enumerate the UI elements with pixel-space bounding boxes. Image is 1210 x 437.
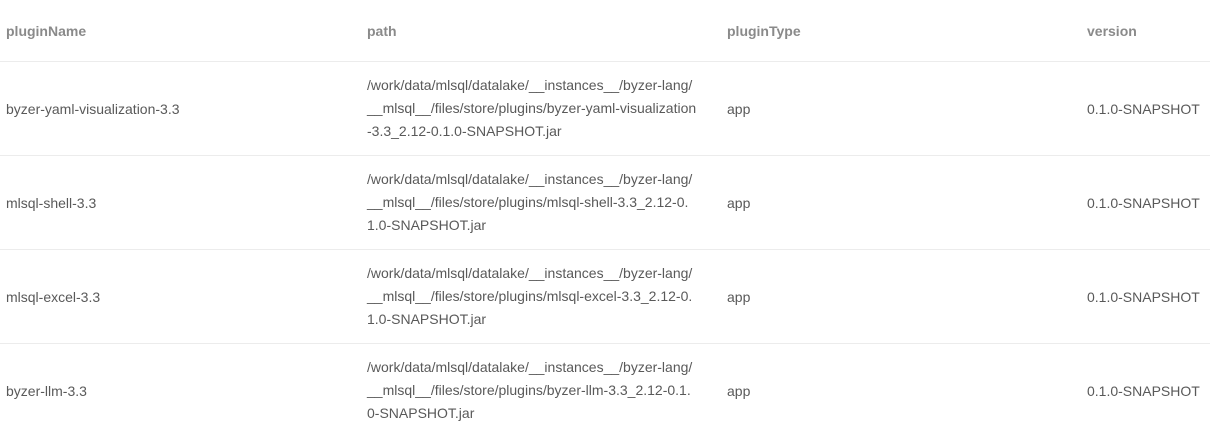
path-text: /work/data/mlsql/datalake/__instances__/… [367, 168, 707, 237]
path-cell: /work/data/mlsql/datalake/__instances__/… [361, 356, 721, 425]
header-plugin-name[interactable]: pluginName [0, 23, 361, 39]
version-cell: 0.1.0-SNAPSHOT [1087, 382, 1200, 399]
version-cell: 0.1.0-SNAPSHOT [1087, 288, 1200, 305]
path-line: -3.3_2.12-0.1.0-SNAPSHOT.jar [367, 123, 562, 139]
plugin-name-cell: mlsql-excel-3.3 [6, 288, 101, 305]
path-text: /work/data/mlsql/datalake/__instances__/… [367, 74, 707, 143]
plugin-type-cell: app [727, 194, 751, 211]
path-line: /work/data/mlsql/datalake/__instances__/… [367, 77, 693, 93]
path-cell: /work/data/mlsql/datalake/__instances__/… [361, 168, 721, 237]
path-line: 1.0-SNAPSHOT.jar [367, 311, 487, 327]
path-text: /work/data/mlsql/datalake/__instances__/… [367, 262, 707, 331]
path-text: /work/data/mlsql/datalake/__instances__/… [367, 356, 707, 425]
path-line: /work/data/mlsql/datalake/__instances__/… [367, 265, 693, 281]
path-line: 1.0-SNAPSHOT.jar [367, 217, 487, 233]
plugin-type-cell: app [727, 288, 751, 305]
path-line: 0-SNAPSHOT.jar [367, 405, 475, 421]
version-cell: 0.1.0-SNAPSHOT [1087, 100, 1200, 117]
plugin-name-cell: byzer-llm-3.3 [6, 382, 87, 399]
header-plugin-type[interactable]: pluginType [721, 23, 1081, 39]
plugins-table: pluginName path pluginType version byzer… [0, 0, 1210, 437]
path-line: __mlsql__/files/store/plugins/mlsql-shel… [367, 194, 689, 210]
version-cell: 0.1.0-SNAPSHOT [1087, 194, 1200, 211]
table-row[interactable]: byzer-yaml-visualization-3.3 /work/data/… [0, 62, 1210, 156]
plugin-name-cell: mlsql-shell-3.3 [6, 194, 97, 211]
path-line: /work/data/mlsql/datalake/__instances__/… [367, 171, 693, 187]
table-row[interactable]: mlsql-shell-3.3 /work/data/mlsql/datalak… [0, 156, 1210, 250]
path-line: __mlsql__/files/store/plugins/byzer-llm-… [367, 382, 691, 398]
table-header-row: pluginName path pluginType version [0, 0, 1210, 62]
plugin-type-cell: app [727, 382, 751, 399]
header-path[interactable]: path [361, 23, 721, 39]
path-cell: /work/data/mlsql/datalake/__instances__/… [361, 262, 721, 331]
table-row[interactable]: mlsql-excel-3.3 /work/data/mlsql/datalak… [0, 250, 1210, 344]
path-line: __mlsql__/files/store/plugins/mlsql-exce… [367, 288, 693, 304]
path-line: /work/data/mlsql/datalake/__instances__/… [367, 359, 693, 375]
plugin-type-cell: app [727, 100, 751, 117]
table-row[interactable]: byzer-llm-3.3 /work/data/mlsql/datalake/… [0, 344, 1210, 437]
plugin-name-cell: byzer-yaml-visualization-3.3 [6, 100, 180, 117]
header-version[interactable]: version [1081, 23, 1210, 39]
path-cell: /work/data/mlsql/datalake/__instances__/… [361, 74, 721, 143]
path-line: __mlsql__/files/store/plugins/byzer-yaml… [367, 100, 697, 116]
